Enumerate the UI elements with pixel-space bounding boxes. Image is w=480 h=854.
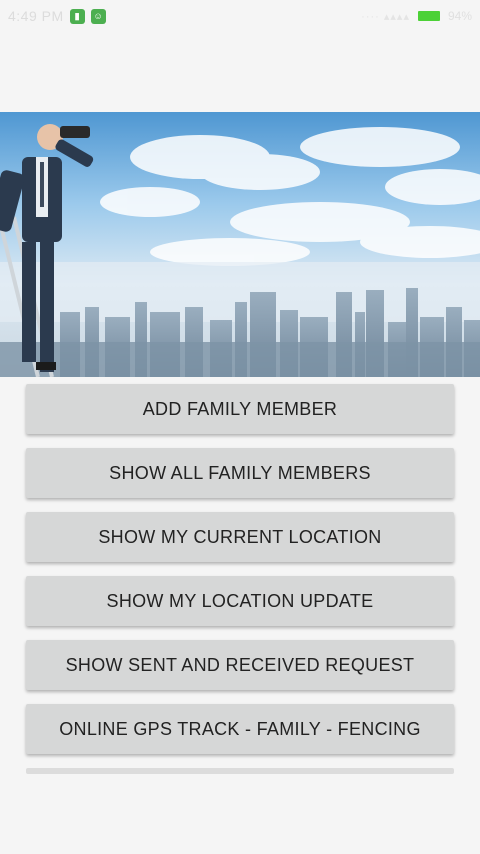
status-left: 4:49 PM ▮ ☺ <box>8 8 106 24</box>
status-time: 4:49 PM <box>8 8 64 24</box>
status-bar: 4:49 PM ▮ ☺ ···· ▴▴▴▴ 94% <box>0 0 480 32</box>
show-my-location-update-button[interactable]: SHOW MY LOCATION UPDATE <box>26 576 454 626</box>
status-right: ···· ▴▴▴▴ 94% <box>361 9 472 23</box>
app-screen: 4:49 PM ▮ ☺ ···· ▴▴▴▴ 94% ADD FAMILY MEM… <box>0 0 480 854</box>
hero-illustration <box>0 112 480 377</box>
main-menu: ADD FAMILY MEMBER SHOW ALL FAMILY MEMBER… <box>26 384 454 774</box>
show-my-current-location-button[interactable]: SHOW MY CURRENT LOCATION <box>26 512 454 562</box>
show-all-family-members-button[interactable]: SHOW ALL FAMILY MEMBERS <box>26 448 454 498</box>
online-gps-track-family-fencing-button[interactable]: ONLINE GPS TRACK - FAMILY - FENCING <box>26 704 454 754</box>
signal-icon: ···· ▴▴▴▴ <box>361 10 410 23</box>
sim-icon: ▮ <box>69 8 85 24</box>
battery-icon <box>417 11 440 21</box>
show-sent-and-received-request-button[interactable]: SHOW SENT AND RECEIVED REQUEST <box>26 640 454 690</box>
next-menu-button-partial[interactable] <box>26 768 454 774</box>
hero-image <box>0 112 480 377</box>
battery-percent: 94% <box>447 9 472 23</box>
add-family-member-button[interactable]: ADD FAMILY MEMBER <box>26 384 454 434</box>
android-icon: ☺ <box>90 8 106 24</box>
